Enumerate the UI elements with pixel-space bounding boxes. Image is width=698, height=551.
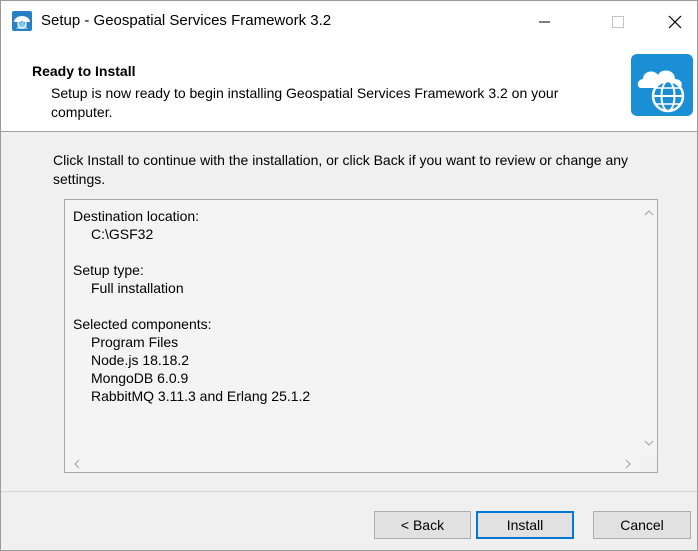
cloud-globe-icon [631,54,693,116]
close-icon [668,15,682,29]
scroll-down-icon[interactable] [644,439,654,447]
footer-divider [1,491,697,492]
minimize-icon [539,21,550,23]
scroll-up-icon[interactable] [644,209,654,217]
setup-type-label: Setup type: [73,262,144,278]
install-button[interactable]: Install [476,511,574,539]
page-title: Ready to Install [32,63,136,79]
minimize-button[interactable] [521,1,567,43]
maximize-icon [612,16,624,28]
wizard-header: Ready to Install Setup is now ready to b… [1,43,697,132]
component-item: Node.js 18.18.2 [91,352,190,368]
component-item: Program Files [91,334,179,350]
setup-window: Setup - Geospatial Services Framework 3.… [0,0,698,551]
window-title: Setup - Geospatial Services Framework 3.… [41,12,332,29]
component-item: RabbitMQ 3.11.3 and Erlang 25.1.2 [91,388,311,404]
horizontal-scrollbar[interactable] [65,455,640,472]
scrollbar-corner [640,455,657,472]
instruction-text: Click Install to continue with the insta… [53,152,629,187]
scroll-left-icon[interactable] [73,459,81,469]
setup-type-value: Full installation [91,280,184,296]
maximize-button[interactable] [595,1,641,43]
component-item: MongoDB 6.0.9 [91,370,189,386]
vertical-scrollbar[interactable] [640,200,657,456]
page-description: Setup is now ready to begin installing G… [51,85,559,120]
cancel-button[interactable]: Cancel [593,511,691,539]
ready-memo[interactable]: Destination location: C:\GSF32 Setup typ… [64,199,658,473]
destination-label: Destination location: [73,208,200,224]
close-button[interactable] [651,1,697,43]
memo-content: Destination location: C:\GSF32 Setup typ… [73,207,633,405]
installer-globe-icon [12,11,32,31]
back-button[interactable]: < Back [374,511,471,539]
title-bar[interactable]: Setup - Geospatial Services Framework 3.… [1,1,697,43]
components-label: Selected components: [73,316,212,332]
scroll-right-icon[interactable] [624,459,632,469]
destination-value: C:\GSF32 [91,226,154,242]
